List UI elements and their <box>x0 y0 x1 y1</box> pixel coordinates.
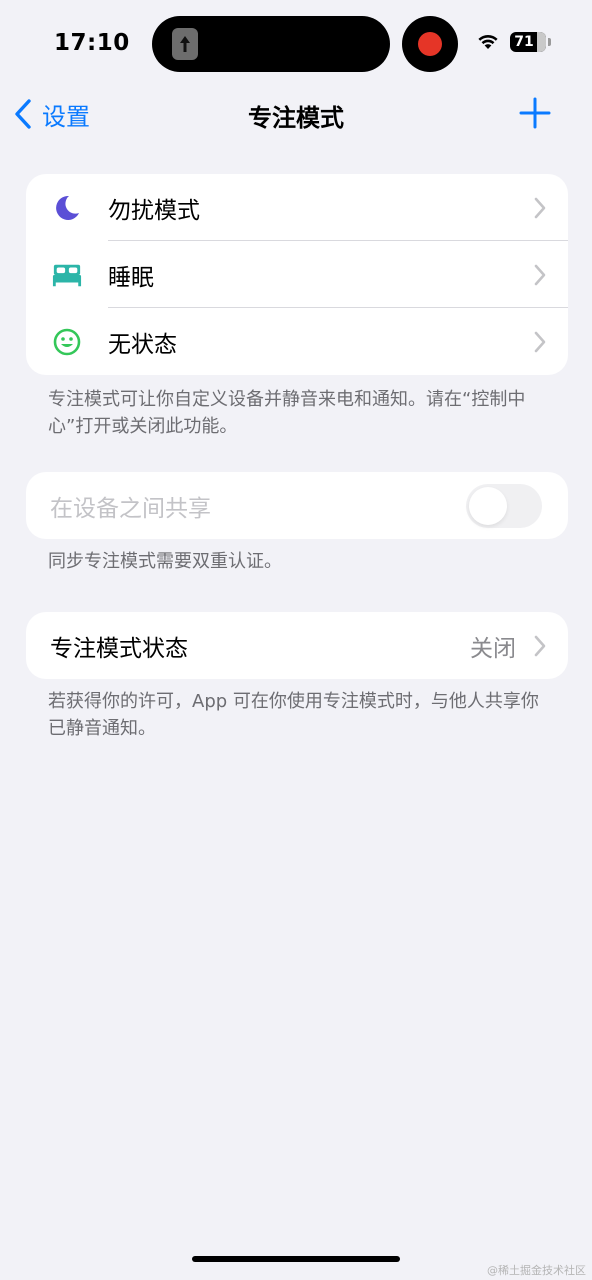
watermark: @稀土掘金技术社区 <box>487 1264 586 1277</box>
moon-icon <box>52 193 82 223</box>
share-across-devices-group: 在设备之间共享 <box>26 472 568 539</box>
focus-modes-footer: 专注模式可让你自定义设备并静音来电和通知。请在“控制中心”打开或关闭此功能。 <box>48 389 526 437</box>
chevron-right-icon <box>534 197 546 218</box>
chevron-right-icon <box>534 331 546 352</box>
smiley-icon <box>52 327 82 357</box>
battery-level: 71 <box>514 34 534 50</box>
chevron-right-icon <box>534 264 546 285</box>
focus-mode-sleep[interactable]: 睡眠 <box>26 241 568 308</box>
focus-status-group: 专注模式状态 关闭 <box>26 612 568 679</box>
screen-recording-indicator[interactable] <box>402 16 458 72</box>
toggle-knob <box>469 486 507 525</box>
focus-status-value: 关闭 <box>470 635 516 662</box>
focus-mode-do-not-disturb[interactable]: 勿扰模式 <box>26 174 568 241</box>
focus-modes-list: 勿扰模式 睡眠 无状态 <box>26 174 568 375</box>
arrow-up-icon <box>180 36 190 52</box>
status-bar: 17:10 71 <box>0 0 592 88</box>
focus-mode-label: 睡眠 <box>108 264 154 291</box>
navigation-bar: 设置 专注模式 <box>0 88 592 142</box>
share-across-devices-row: 在设备之间共享 <box>26 472 568 539</box>
share-across-devices-label: 在设备之间共享 <box>50 495 211 522</box>
battery-empty-portion <box>537 32 546 52</box>
battery-indicator: 71 <box>510 32 546 52</box>
status-time: 17:10 <box>54 30 130 56</box>
record-dot-icon <box>418 32 442 56</box>
live-activity-thumbnail <box>172 28 198 60</box>
wifi-icon <box>478 34 498 49</box>
share-across-devices-toggle[interactable] <box>466 483 542 528</box>
home-indicator[interactable] <box>192 1256 400 1262</box>
focus-mode-label: 勿扰模式 <box>108 197 200 224</box>
focus-status-label: 专注模式状态 <box>50 635 188 662</box>
dynamic-island[interactable] <box>152 16 390 72</box>
page-title: 专注模式 <box>248 104 344 132</box>
focus-status-footer: 若获得你的许可，App 可在你使用专注模式时，与他人共享你已静音通知。 <box>48 691 539 739</box>
battery-cap <box>548 38 551 46</box>
share-across-devices-footer: 同步专注模式需要双重认证。 <box>48 551 282 572</box>
add-focus-button[interactable] <box>518 96 552 130</box>
chevron-right-icon <box>534 635 546 656</box>
focus-status-row[interactable]: 专注模式状态 关闭 <box>26 612 568 679</box>
focus-mode-none[interactable]: 无状态 <box>26 308 568 375</box>
bed-icon <box>52 260 82 290</box>
focus-mode-label: 无状态 <box>108 331 177 358</box>
